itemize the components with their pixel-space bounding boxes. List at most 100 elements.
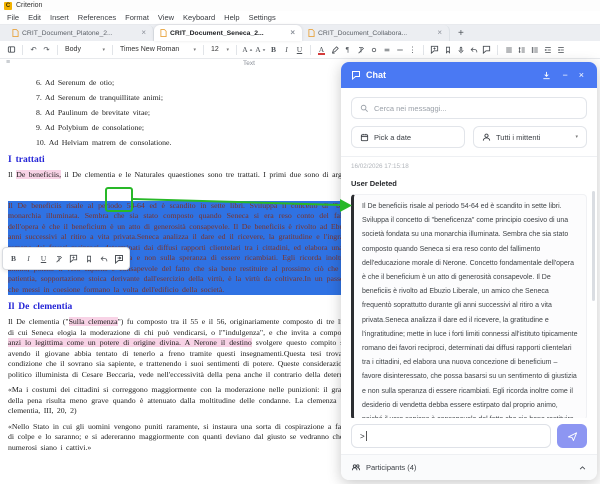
font-size-select[interactable]: 12▾ [209,46,231,53]
chevron-up-icon[interactable] [578,464,587,472]
indent-increase-icon[interactable] [555,43,566,57]
menu-help[interactable]: Help [224,13,239,22]
paper-plane-icon [567,431,578,442]
insert-symbol-icon[interactable] [368,43,379,57]
comment-add-icon[interactable] [429,43,440,57]
italic-button[interactable]: I [281,43,292,57]
text-cursor [366,431,367,441]
search-input[interactable] [374,104,578,113]
clear-formatting-icon[interactable] [52,252,65,266]
chat-bubble-icon[interactable] [481,43,492,57]
menu-keyboard[interactable]: Keyboard [183,13,215,22]
tab-document-seneca[interactable]: CRIT_Document_Seneca_2... × [154,25,302,41]
tab-document-collabora[interactable]: CRIT_Document_Collabora... × [302,25,450,41]
sender-filter-select[interactable]: Tutti i mittenti ▾ [473,126,587,148]
export-chat-icon[interactable] [539,71,554,80]
italic-button[interactable]: I [22,252,35,266]
redo-icon[interactable]: ↷ [41,43,52,57]
bold-button[interactable]: B [7,252,20,266]
indent-decrease-icon[interactable] [542,43,553,57]
menu-edit[interactable]: Edit [28,13,41,22]
more-options-icon[interactable]: ⋮ [407,43,418,57]
horizontal-rule-icon[interactable] [394,43,405,57]
chat-header[interactable]: Chat − × [341,62,597,88]
menu-file[interactable]: File [7,13,19,22]
section-label: Text [243,60,255,67]
chat-scrollbar[interactable] [592,191,595,301]
toolbar-separator [112,45,113,55]
underline-button[interactable]: U [294,43,305,57]
menu-format[interactable]: Format [125,13,149,22]
document-icon [308,29,315,37]
minimize-icon[interactable]: − [559,70,570,80]
chevron-down-icon: ▾ [575,134,578,140]
quote-to-chat-icon[interactable] [112,252,125,266]
menu-insert[interactable]: Insert [50,13,69,22]
toolbar-separator [423,45,424,55]
pilcrow-icon[interactable]: ¶ [342,43,353,57]
chevron-down-icon: ▾ [226,47,229,53]
align-justify-icon[interactable] [503,43,514,57]
chat-search[interactable] [351,97,587,119]
tab-label: CRIT_Document_Seneca_2... [170,30,286,37]
date-filter-label: Pick a date [374,133,411,142]
clear-formatting-icon[interactable] [355,43,366,57]
date-filter-button[interactable]: Pick a date [351,126,465,148]
sender-filter-value: Tutti i mittenti [496,133,540,142]
people-icon [351,463,361,472]
font-family-select[interactable]: Times New Roman▾ [118,46,198,53]
toolbar-separator [57,45,58,55]
chat-messages[interactable]: 16/02/2026 17:15:18 User Deleted Il De b… [341,156,597,418]
participants-label: Participants (4) [366,463,416,472]
bookmark-icon[interactable] [442,43,453,57]
tab-label: CRIT_Document_Platone_2... [22,30,137,37]
chat-bubble-icon [351,70,361,80]
reply-icon[interactable] [97,252,110,266]
bullet-list-icon[interactable] [529,43,540,57]
message-timestamp: 16/02/2026 17:15:18 [351,163,587,170]
message-sender: User Deleted [351,179,587,188]
paragraph-style-select[interactable]: Body▾ [63,46,107,53]
menu-view[interactable]: View [158,13,174,22]
tab-label: CRIT_Document_Collabora... [318,30,433,37]
underline-button[interactable]: U [37,252,50,266]
font-color-button[interactable]: A [316,43,327,57]
person-icon [482,133,491,142]
title-bar: C Criterion [0,0,600,11]
formatting-toolbar: ↶ ↷ Body▾ Times New Roman▾ 12▾ A A B I U… [0,41,600,59]
document-icon [12,29,19,37]
tab-close-icon[interactable]: × [436,29,443,37]
menu-settings[interactable]: Settings [249,13,276,22]
close-icon[interactable]: × [576,70,587,80]
toolbar-separator [203,45,204,55]
toolbar-separator [497,45,498,55]
selection-toolbar: B I U [2,247,130,270]
outline-icon[interactable]: ≡ [6,59,10,66]
undo-icon[interactable]: ↶ [28,43,39,57]
message-input[interactable]: > [351,424,551,448]
mic-icon[interactable] [455,43,466,57]
sidebar-toggle-icon[interactable] [6,43,17,57]
tab-close-icon[interactable]: × [289,29,296,37]
strikethrough-icon[interactable] [381,43,392,57]
menu-bar: File Edit Insert References Format View … [0,11,600,24]
increase-font-button[interactable]: A [242,43,253,57]
new-tab-button[interactable]: + [458,28,464,41]
decrease-font-button[interactable]: A [255,43,266,57]
send-button[interactable] [557,424,587,448]
chat-title: Chat [366,70,386,80]
tab-document-platone[interactable]: CRIT_Document_Platone_2... × [6,25,154,41]
reply-icon[interactable] [468,43,479,57]
highlight-button[interactable] [329,43,340,57]
bold-button[interactable]: B [268,43,279,57]
comment-add-icon[interactable] [67,252,80,266]
chat-input-row: > [341,418,597,454]
menu-references[interactable]: References [78,13,116,22]
toolbar-separator [22,45,23,55]
toolbar-separator [310,45,311,55]
bookmark-icon[interactable] [82,252,95,266]
line-spacing-icon[interactable] [516,43,527,57]
chat-panel: Chat − × Pick a date Tutti i mittenti ▾ … [341,62,597,480]
participants-bar[interactable]: Participants (4) [341,454,597,480]
tab-close-icon[interactable]: × [140,29,147,37]
